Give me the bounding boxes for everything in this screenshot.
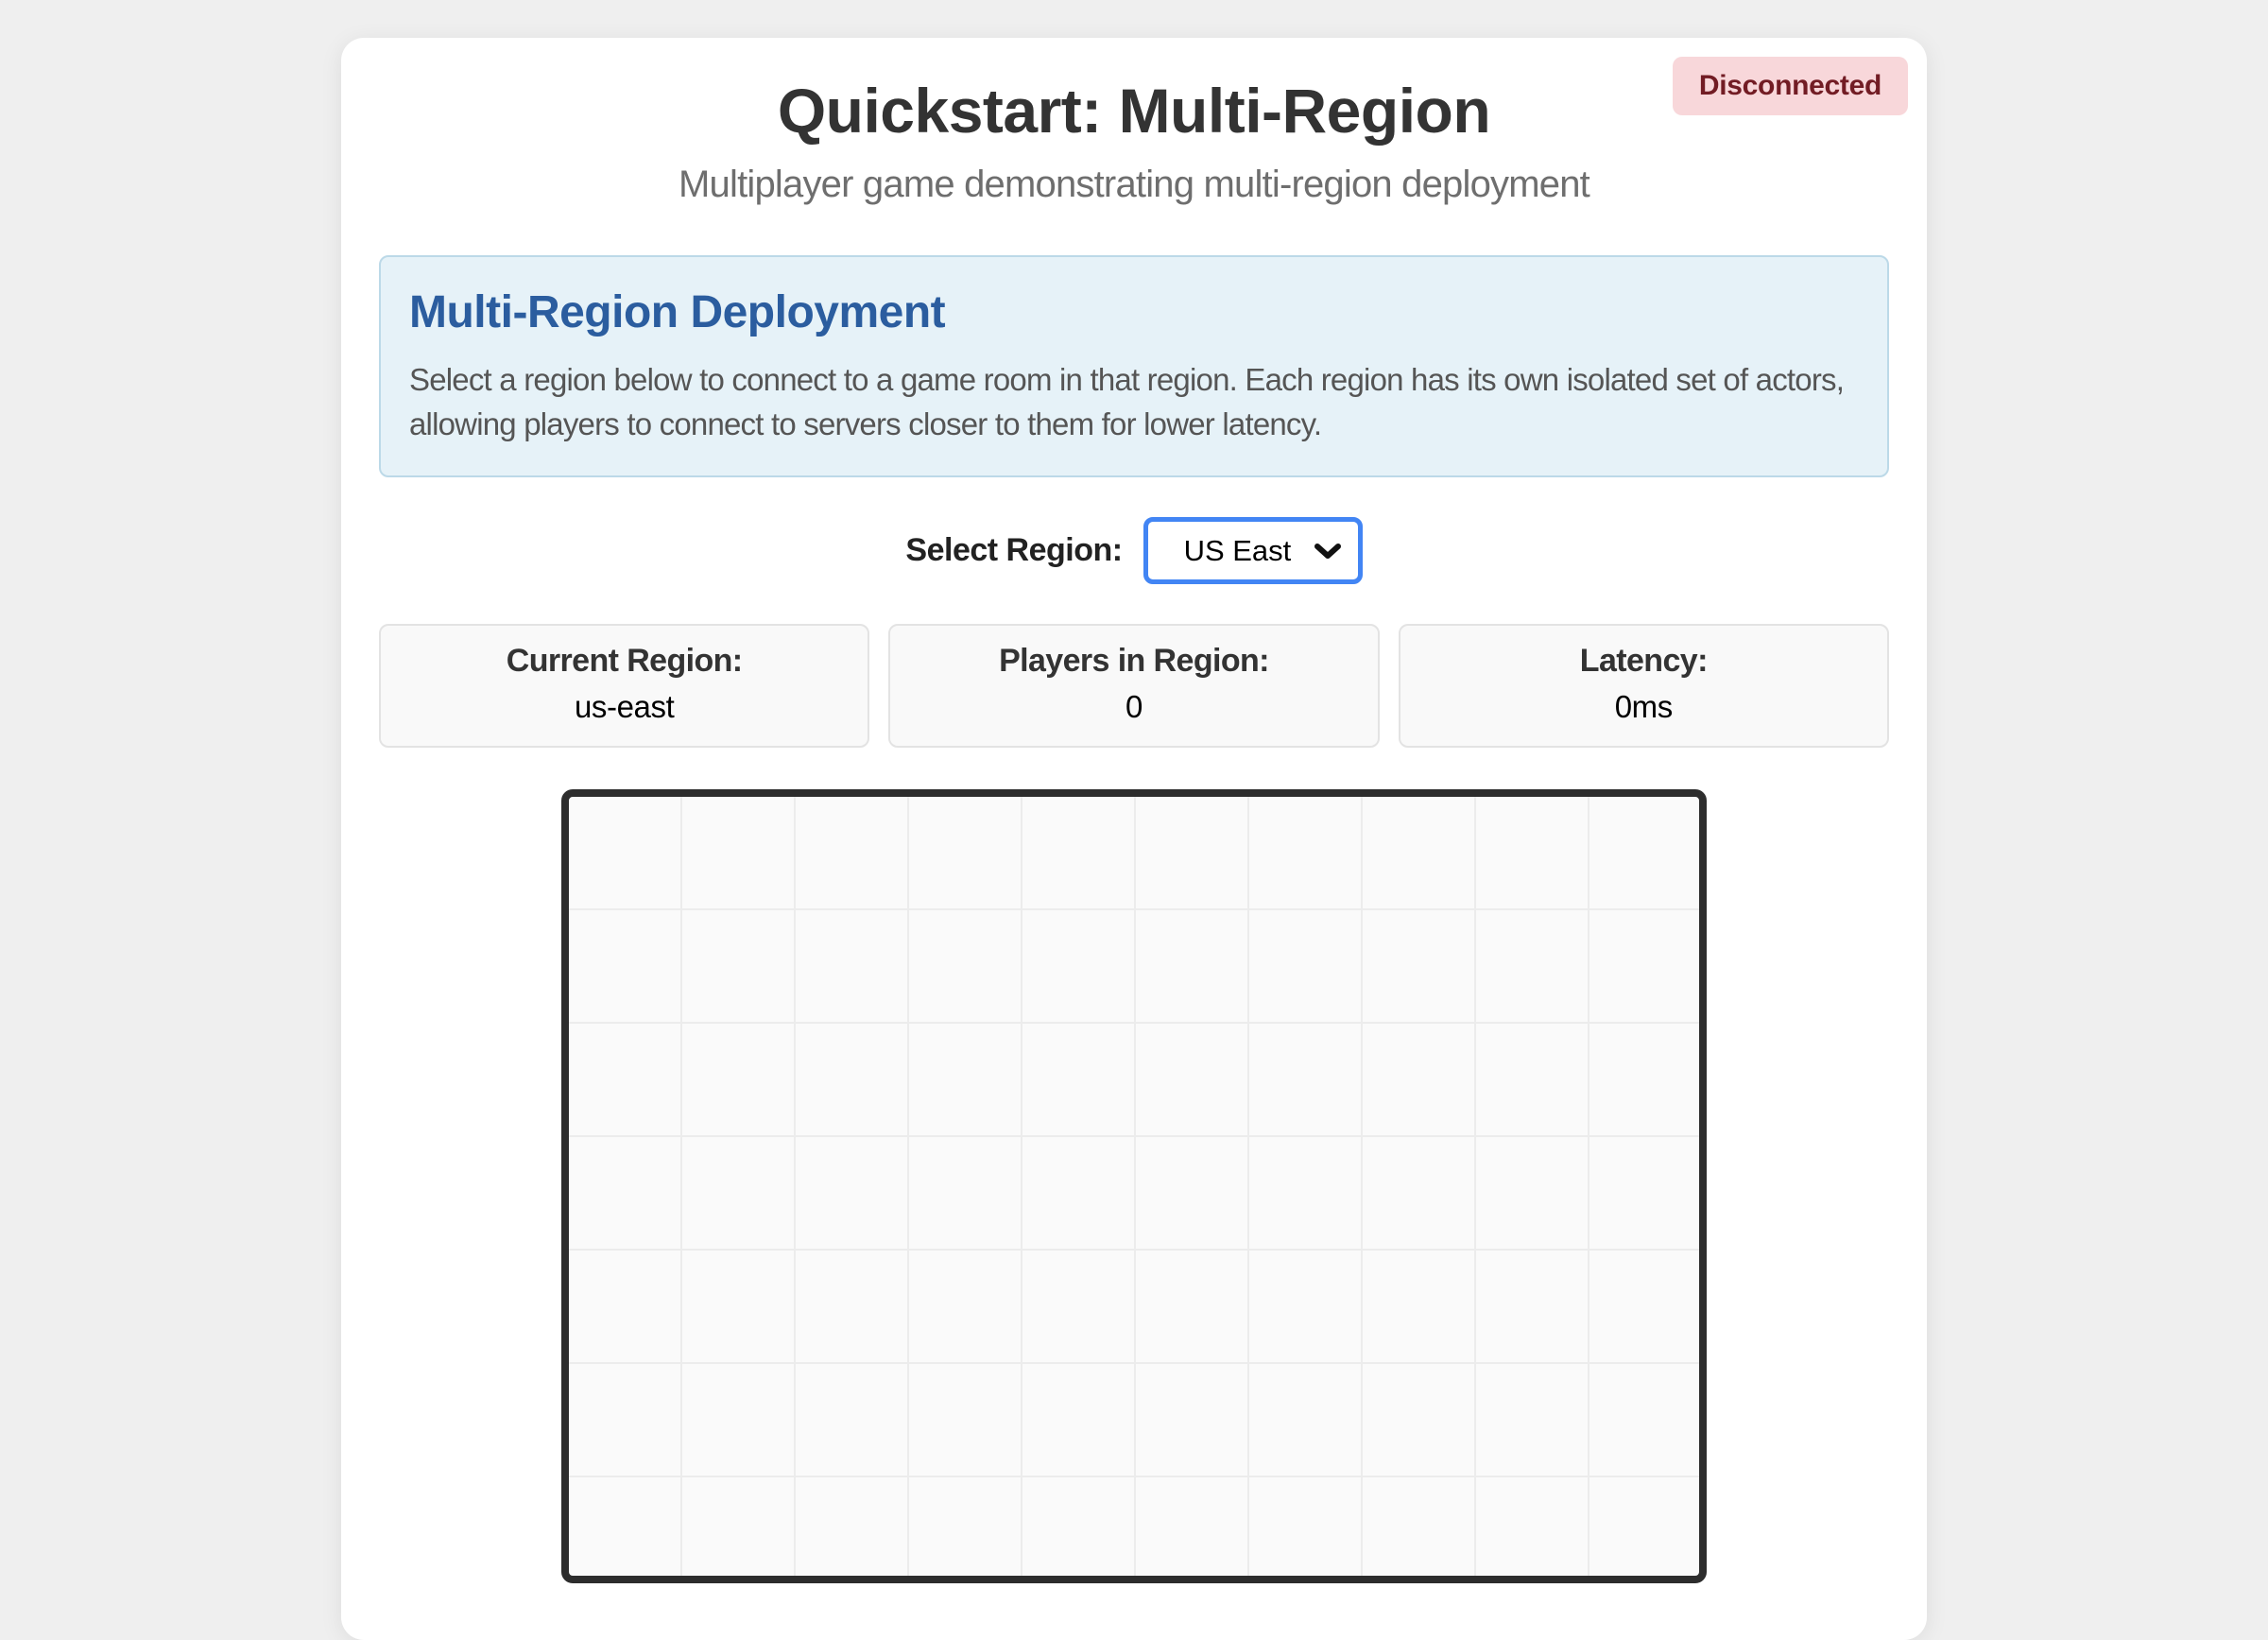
app-card: Disconnected Quickstart: Multi-Region Mu… xyxy=(341,38,1927,1640)
stat-label: Current Region: xyxy=(390,643,858,680)
info-box-body: Select a region below to connect to a ga… xyxy=(409,358,1859,447)
stats-row: Current Region: us-east Players in Regio… xyxy=(379,624,1889,748)
stat-value: 0 xyxy=(900,689,1367,725)
game-canvas[interactable] xyxy=(561,789,1707,1583)
stat-value: 0ms xyxy=(1410,689,1878,725)
stat-label: Latency: xyxy=(1410,643,1878,680)
stat-label: Players in Region: xyxy=(900,643,1367,680)
region-selector-row: Select Region: US East xyxy=(379,517,1889,584)
page: { "window": { "background_color": "#efef… xyxy=(0,0,2268,1276)
status-badge: Disconnected xyxy=(1673,57,1908,115)
page-title: Quickstart: Multi-Region xyxy=(379,76,1889,147)
region-select-wrap: US East xyxy=(1143,517,1363,584)
info-box: Multi-Region Deployment Select a region … xyxy=(379,255,1889,477)
stat-value: us-east xyxy=(390,689,858,725)
stat-box-latency: Latency: 0ms xyxy=(1399,624,1889,748)
info-box-title: Multi-Region Deployment xyxy=(409,285,1859,340)
region-select[interactable]: US East xyxy=(1143,517,1363,584)
page-subtitle: Multiplayer game demonstrating multi-reg… xyxy=(379,163,1889,206)
stat-box-current-region: Current Region: us-east xyxy=(379,624,869,748)
stat-box-players-in-region: Players in Region: 0 xyxy=(888,624,1379,748)
region-select-label: Select Region: xyxy=(905,532,1122,569)
